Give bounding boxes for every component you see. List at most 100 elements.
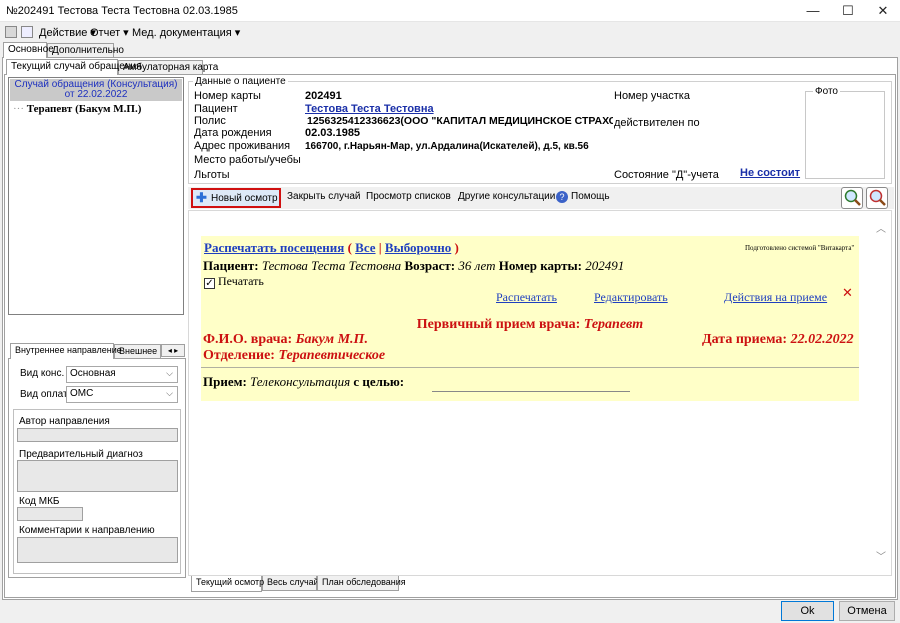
dept-label: Отделение: [203, 348, 275, 363]
address-label: Адрес проживания [194, 140, 291, 152]
view-lists-button[interactable]: Просмотр списков [366, 191, 451, 202]
reception-line: Прием: Телеконсультация с целью: [203, 374, 404, 390]
vertical-scrollbar[interactable]: ︿ ﹀ [873, 214, 889, 574]
menu-meddocs[interactable]: Мед. документация ▾ [132, 26, 240, 39]
author-label: Автор направления [19, 416, 110, 427]
print-checkbox[interactable]: ✓ [204, 278, 215, 289]
birth-label: Дата рождения [194, 127, 272, 139]
save-icon[interactable] [5, 26, 17, 38]
help-icon: ? [556, 191, 568, 203]
prelim-diagnosis-label: Предварительный диагноз [19, 449, 143, 460]
case-header-date: от 22.02.2022 [64, 89, 128, 100]
exam-report: Распечатать посещения ( Все | Выборочно … [201, 236, 859, 401]
zoom-in-button[interactable] [841, 187, 863, 209]
selective-link[interactable]: Выборочно [385, 240, 451, 255]
actions-link[interactable]: Действия на приеме [724, 290, 827, 305]
scroll-up-icon[interactable]: ︿ [876, 220, 886, 235]
mkb-field[interactable] [17, 507, 83, 521]
summary-patient-value: Тестова Теста Тестовна [261, 258, 402, 273]
reception-label: Прием: [203, 374, 247, 389]
tab-current-case[interactable]: Текущий случай обращения [6, 59, 141, 75]
exam-title-value: Терапевт [583, 317, 644, 332]
date-line: Дата приема: 22.02.2022 [702, 332, 854, 348]
menu-action[interactable]: Действие ▾ [39, 26, 96, 39]
magnifier-minus-icon [869, 189, 886, 206]
comment-field[interactable] [17, 537, 178, 563]
card-value: 202491 [305, 90, 342, 102]
title-bar: №202491 Тестова Теста Тестовна 02.03.198… [0, 0, 900, 22]
zoom-out-button[interactable] [866, 187, 888, 209]
photo-box [805, 91, 885, 179]
help-button[interactable]: ? Помощь [556, 189, 651, 207]
tab-current-exam[interactable]: Текущий осмотр [191, 576, 264, 592]
case-header[interactable]: Случай обращения (Консультация) от 22.02… [10, 79, 182, 101]
case-tree: Случай обращения (Консультация) от 22.02… [8, 77, 184, 315]
scroll-down-icon[interactable]: ﹀ [876, 548, 886, 563]
print-visits-link[interactable]: Распечатать посещения [204, 240, 344, 255]
mkb-label: Код МКБ [19, 496, 60, 507]
new-exam-button[interactable]: ✚ Новый осмотр [191, 188, 281, 208]
chevron-down-icon: ⌵ [166, 388, 173, 398]
new-exam-label: Новый осмотр [211, 193, 278, 204]
print-link[interactable]: Распечатать [496, 290, 557, 305]
d-status-link[interactable]: Не состоит [740, 167, 800, 179]
tab-scroll-arrows[interactable]: ◂ ▸ [161, 344, 185, 357]
minimize-button[interactable]: — [796, 0, 830, 22]
ok-button[interactable]: Ok [781, 601, 834, 621]
menu-bar: Действие ▾ Отчет ▾ Мед. документация ▾ [0, 23, 900, 41]
prepared-by: Подготовлено системой "Витакарта" [745, 244, 855, 252]
magnifier-plus-icon [844, 189, 861, 206]
patient-group-title: Данные о пациенте [193, 76, 288, 87]
policy-value: 1256325412336623(ООО "КАПИТАЛ МЕДИЦИНСКО… [307, 115, 613, 127]
other-consults-button[interactable]: Другие консультации [458, 191, 555, 202]
summary-card-label: Номер карты: [498, 258, 582, 273]
patient-link[interactable]: Тестова Теста Тестовна [305, 103, 434, 115]
separator: | [378, 240, 382, 255]
payment-select-value: ОМС [70, 388, 94, 399]
tab-internal-direction[interactable]: Внутреннее направление [10, 343, 122, 359]
address-value: 166700, г.Нарьян-Мар, ул.Ардалина(Искате… [305, 141, 589, 152]
prelim-diagnosis-field[interactable] [17, 460, 178, 492]
dept-value: Терапевтическое [278, 348, 386, 363]
menu-report[interactable]: Отчет ▾ [90, 26, 129, 39]
print-checkbox-row[interactable]: ✓ Печатать [204, 274, 264, 289]
benefits-label: Льготы [194, 169, 230, 181]
edit-link[interactable]: Редактировать [594, 290, 668, 305]
kind-label: Вид конс. [20, 368, 65, 379]
policy-label: Полис [194, 115, 226, 127]
district-label: Номер участка [614, 90, 690, 102]
dept-line: Отделение: Терапевтическое [203, 348, 385, 364]
doctor-label: Ф.И.О. врача: [203, 332, 293, 347]
payment-select[interactable]: ОМС ⌵ [66, 386, 178, 403]
photo-label: Фото [813, 86, 840, 97]
refresh-icon[interactable] [21, 26, 33, 38]
divider [201, 367, 859, 368]
tree-node-therapist[interactable]: ··· Терапевт (Бакум М.П.) [13, 103, 141, 115]
maximize-button[interactable]: ☐ [831, 0, 865, 22]
print-visits-line: Распечатать посещения ( Все | Выборочно … [204, 240, 459, 256]
kind-select[interactable]: Основная ⌵ [66, 366, 178, 383]
summary-age-value: 36 лет [458, 258, 496, 273]
tab-main[interactable]: Основное [3, 42, 54, 58]
delete-icon[interactable]: ✕ [842, 286, 853, 301]
summary-patient-label: Пациент: [203, 258, 259, 273]
tab-additional[interactable]: Дополнительно [47, 43, 124, 58]
kind-select-value: Основная [70, 368, 116, 379]
cancel-button[interactable]: Отмена [839, 601, 895, 621]
close-button[interactable]: ✕ [866, 0, 900, 22]
tab-exam-plan[interactable]: План обследования [317, 576, 406, 591]
print-checkbox-label: Печатать [218, 274, 264, 288]
summary-card-value: 202491 [585, 258, 625, 273]
patient-summary: Пациент: Тестова Теста Тестовна Возраст:… [203, 258, 624, 274]
tree-node-label: Терапевт (Бакум М.П.) [26, 103, 142, 115]
all-link[interactable]: Все [355, 240, 375, 255]
exam-toolbar: ✚ Новый осмотр Закрыть случай Просмотр с… [188, 187, 894, 209]
close-case-button[interactable]: Закрыть случай [287, 191, 361, 202]
plus-icon: ✚ [196, 190, 207, 205]
d-status-label: Состояние "Д"-учета [614, 169, 719, 181]
tab-whole-case[interactable]: Весь случай [262, 576, 319, 591]
author-field[interactable] [17, 428, 178, 442]
help-label: Помощь [571, 191, 610, 202]
date-value: 22.02.2022 [790, 332, 854, 347]
comment-label: Комментарии к направлению [19, 525, 155, 536]
